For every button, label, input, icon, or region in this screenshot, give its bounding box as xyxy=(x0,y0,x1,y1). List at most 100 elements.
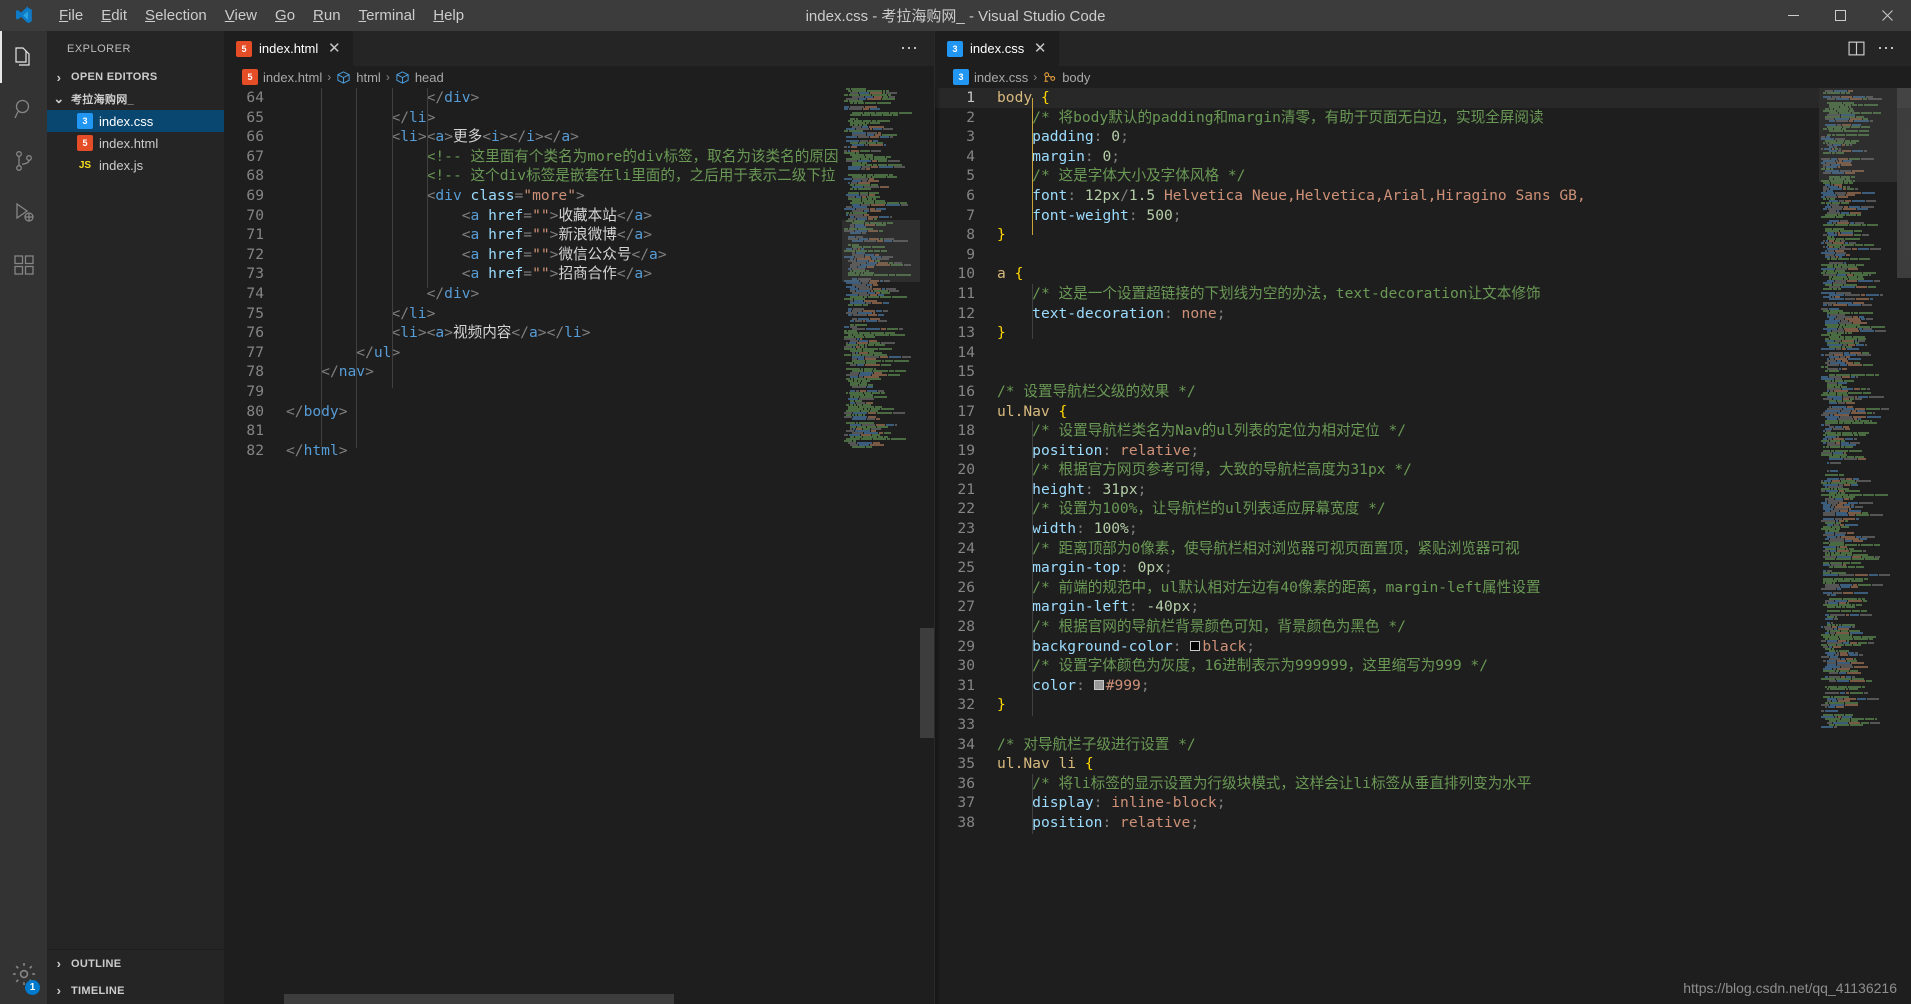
code-text: /* 距离顶部为0像素，使导航栏相对浏览器可视页面置顶，紧贴浏览器可视 xyxy=(1032,539,1520,557)
code-line: 34 /* 对导航栏子级进行设置 */ xyxy=(935,735,1911,755)
close-button[interactable] xyxy=(1864,0,1911,31)
bracket-guide xyxy=(1032,98,1033,235)
code-line: 78 </nav> xyxy=(224,362,934,382)
code-text: /* 根据官方网页参考可得，大致的导航栏高度为31px */ xyxy=(1032,461,1412,479)
line-number: 27 xyxy=(957,598,975,616)
code-text: /* 这是一个设置超链接的下划线为空的办法，text-decoration让文本… xyxy=(1032,284,1541,302)
line-number: 35 xyxy=(957,755,975,773)
code-text: height: 31px; xyxy=(1032,480,1147,498)
activity-extensions[interactable] xyxy=(0,239,47,291)
line-number: 17 xyxy=(957,402,975,420)
breadcrumb-file[interactable]: index.html xyxy=(263,70,322,85)
bracket-guide xyxy=(1032,284,1033,339)
close-icon[interactable]: ✕ xyxy=(325,41,343,56)
tab-index-html[interactable]: 5 index.html ✕ xyxy=(224,31,355,66)
code-line: 77 </ul> xyxy=(224,343,934,363)
menu-selection[interactable]: Selection xyxy=(136,2,216,30)
code-line: 12 text-decoration: none; xyxy=(935,304,1911,324)
code-line: 75 </li> xyxy=(224,304,934,324)
chevron-right-icon: › xyxy=(385,70,390,84)
code-text: padding: 0; xyxy=(1032,128,1129,146)
code-text: <!-- 这个div标签是嵌套在li里面的，之后用于表示二级下拉 xyxy=(426,167,836,185)
file-item-index-css[interactable]: 3 index.css xyxy=(47,110,224,132)
line-number: 25 xyxy=(957,559,975,577)
code-text: /* 设置导航栏类名为Nav的ul列表的定位为相对定位 */ xyxy=(1032,422,1407,440)
activity-explorer[interactable] xyxy=(0,31,47,83)
code-line: 82 </html> xyxy=(224,441,934,461)
line-number: 71 xyxy=(246,226,264,244)
minimize-button[interactable] xyxy=(1770,0,1817,31)
tab-label: index.css xyxy=(970,41,1025,56)
breadcrumb-file[interactable]: index.css xyxy=(974,70,1028,85)
menu-terminal[interactable]: Terminal xyxy=(350,2,425,30)
code-line: 74 </div> xyxy=(224,284,934,304)
line-number: 68 xyxy=(246,167,264,185)
sidebar-bottom-sections: › OUTLINE › TIMELINE xyxy=(47,949,224,1004)
activity-search[interactable] xyxy=(0,83,47,135)
menu-view[interactable]: View xyxy=(216,2,266,30)
line-number: 30 xyxy=(957,657,975,675)
menu-help[interactable]: Help xyxy=(424,2,473,30)
line-number: 69 xyxy=(246,186,264,204)
line-number: 37 xyxy=(957,794,975,812)
run-and-debug-icon xyxy=(12,201,36,225)
menu-run[interactable]: Run xyxy=(304,2,350,30)
section-outline[interactable]: › OUTLINE xyxy=(47,950,224,977)
breadcrumb-symbol-html[interactable]: html xyxy=(356,70,381,85)
code-text: text-decoration: none; xyxy=(1032,304,1226,322)
code-editor-css[interactable]: 1 body {2 /* 将body默认的padding和margin清零，有助于… xyxy=(935,88,1911,1004)
activity-run-debug[interactable] xyxy=(0,187,47,239)
color-swatch-icon[interactable] xyxy=(1190,640,1201,651)
code-line: 31 color: #999; xyxy=(935,676,1911,696)
menu-file[interactable]: File xyxy=(50,2,92,30)
file-item-index-html[interactable]: 5 index.html xyxy=(47,132,224,154)
line-number: 32 xyxy=(957,696,975,714)
code-editor-html[interactable]: 64 </div> 65 </li> 66 <li><a>更多<i></i></a>… xyxy=(224,88,934,1004)
more-actions-icon[interactable]: ⋯ xyxy=(1877,38,1897,59)
line-number: 11 xyxy=(957,284,975,302)
code-text: display: inline-block; xyxy=(1032,794,1226,812)
code-line: 14 xyxy=(935,343,1911,363)
source-control-icon xyxy=(12,149,36,173)
code-text: /* 将body默认的padding和margin清零，有助于页面无白边，实现全… xyxy=(1032,108,1544,126)
split-editor-icon[interactable] xyxy=(1848,40,1865,57)
breadcrumb-symbol-body[interactable]: body xyxy=(1062,70,1090,85)
more-actions-icon[interactable]: ⋯ xyxy=(900,38,920,59)
code-line: 71 <a href="">新浪微博</a> xyxy=(224,225,934,245)
file-label: index.html xyxy=(99,135,159,151)
close-icon[interactable]: ✕ xyxy=(1031,41,1049,56)
menu-go[interactable]: Go xyxy=(266,2,304,30)
line-number: 9 xyxy=(966,245,975,263)
color-swatch-icon[interactable] xyxy=(1093,679,1104,690)
menu-edit[interactable]: Edit xyxy=(92,2,136,30)
vertical-scrollbar-html[interactable] xyxy=(920,88,934,1004)
code-text: margin: 0; xyxy=(1032,147,1121,165)
line-number: 29 xyxy=(957,637,975,655)
line-number: 10 xyxy=(957,265,975,283)
maximize-button[interactable] xyxy=(1817,0,1864,31)
menu-bar: File Edit Selection View Go Run Terminal… xyxy=(50,2,473,30)
line-number: 26 xyxy=(957,578,975,596)
horizontal-scrollbar-html[interactable] xyxy=(224,994,920,1004)
activity-source-control[interactable] xyxy=(0,135,47,187)
vertical-scrollbar-css[interactable] xyxy=(1897,88,1911,1004)
line-number: 81 xyxy=(246,422,264,440)
line-number: 7 xyxy=(966,206,975,224)
breadcrumb-symbol-head[interactable]: head xyxy=(415,70,444,85)
explorer-tree: › OPEN EDITORS ⌄ 考拉海购网_ 3 index.css 5 in… xyxy=(47,66,224,949)
code-line: 36 /* 将li标签的显示设置为行级块模式，这样会让li标签从垂直排列变为水平 xyxy=(935,774,1911,794)
bracket-guide xyxy=(1032,421,1033,716)
section-folder[interactable]: ⌄ 考拉海购网_ xyxy=(47,88,224,110)
section-open-editors[interactable]: › OPEN EDITORS xyxy=(47,66,224,88)
file-item-index-js[interactable]: JS index.js xyxy=(47,154,224,176)
code-line: 20 /* 根据官方网页参考可得，大致的导航栏高度为31px */ xyxy=(935,460,1911,480)
code-line: 8} xyxy=(935,225,1911,245)
activity-manage[interactable]: 1 xyxy=(0,944,47,1004)
line-number: 78 xyxy=(246,363,264,381)
code-text: width: 100%; xyxy=(1032,520,1138,538)
tab-index-css[interactable]: 3 index.css ✕ xyxy=(935,31,1061,66)
section-timeline[interactable]: › TIMELINE xyxy=(47,977,224,1004)
